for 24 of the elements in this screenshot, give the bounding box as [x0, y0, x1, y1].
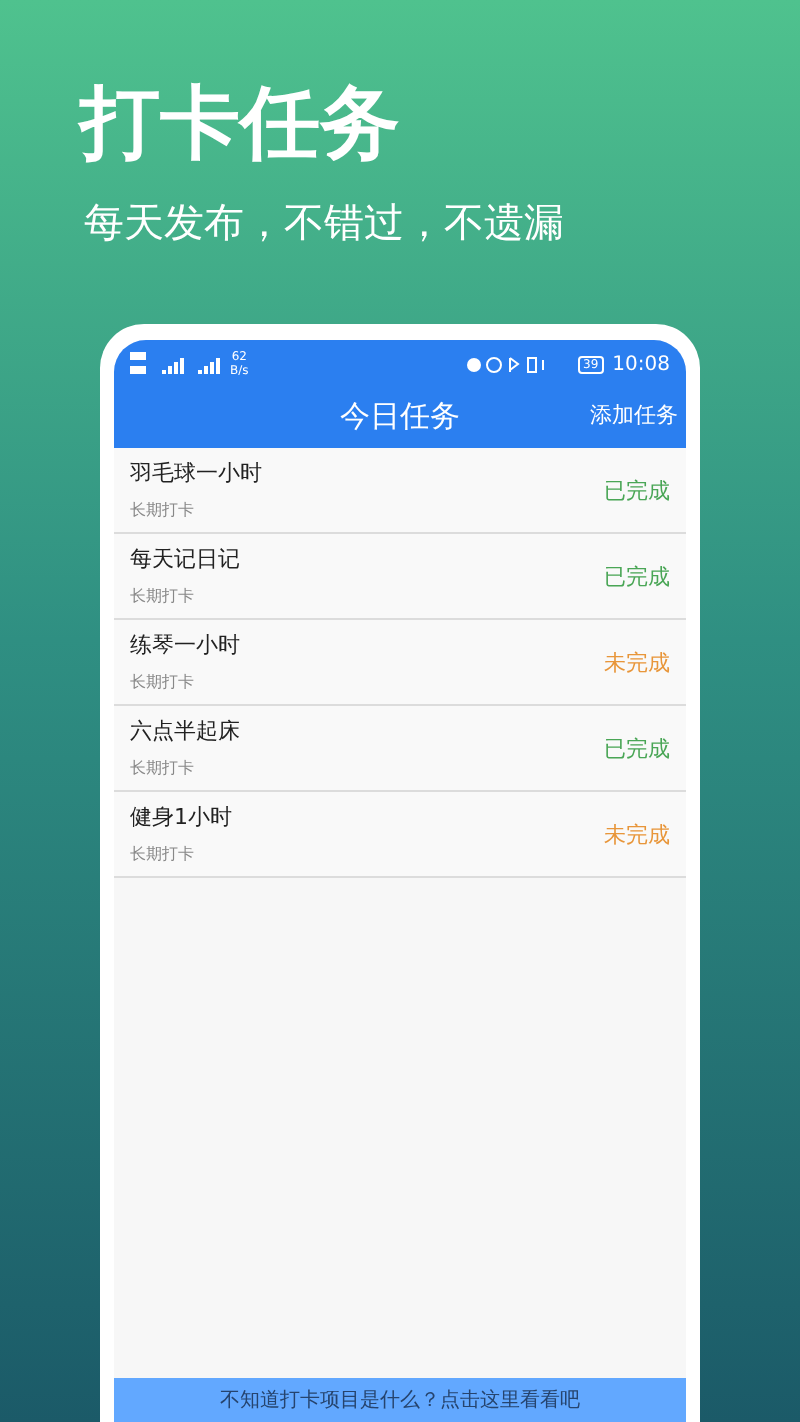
signal-icon — [194, 355, 222, 373]
task-type: 长期打卡 — [130, 757, 196, 779]
task-type: 长期打卡 — [130, 843, 196, 865]
task-name: 六点半起床 — [130, 715, 242, 745]
task-type: 长期打卡 — [130, 671, 196, 693]
task-type: 长期打卡 — [130, 499, 196, 521]
task-status: 未完成 — [604, 647, 670, 677]
task-status: 未完成 — [604, 819, 670, 849]
screen-title: 今日任务 — [340, 397, 460, 435]
task-name: 健身1小时 — [130, 801, 234, 831]
task-type: 长期打卡 — [130, 585, 196, 607]
task-status: 已完成 — [604, 475, 670, 505]
add-task-button[interactable]: 添加任务 — [590, 400, 678, 430]
sim-icon — [130, 352, 150, 376]
page-tagline: 每天发布，不错过，不遗漏 — [84, 196, 566, 248]
task-status: 已完成 — [604, 561, 670, 591]
help-banner[interactable]: 不知道打卡项目是什么？点击这里看看吧 — [114, 1378, 686, 1422]
task-name: 练琴一小时 — [130, 629, 242, 659]
task-status: 已完成 — [604, 733, 670, 763]
clock: 10:08 — [612, 353, 670, 375]
page-headline: 打卡任务 — [80, 76, 402, 172]
task-name: 羽毛球一小时 — [130, 457, 264, 487]
task-name: 每天记日记 — [130, 543, 242, 573]
signal-icon — [158, 355, 186, 373]
